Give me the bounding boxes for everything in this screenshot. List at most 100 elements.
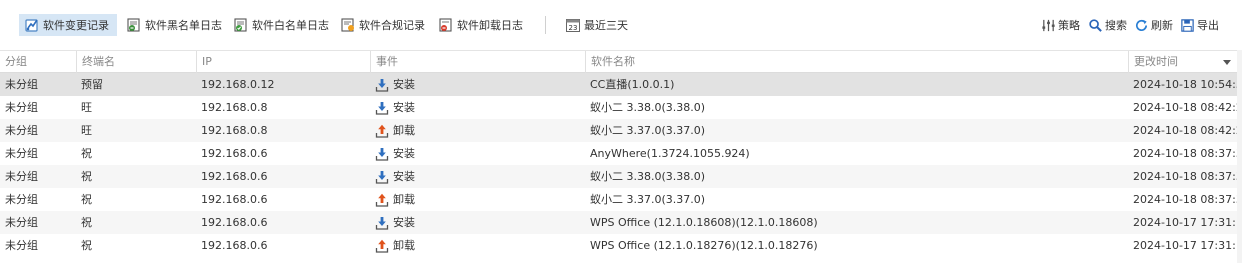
sort-descending-icon[interactable] [1223,60,1231,65]
search-label: 搜索 [1105,19,1127,32]
export-button[interactable]: 导出 [1180,14,1219,36]
cell-ip: 192.168.0.6 [201,239,268,252]
tab-software-blacklist-log[interactable]: 软件黑名单日志 [121,14,228,36]
cell-time: 2024-10-18 08:42:29 [1133,101,1242,114]
cell-event: 安装 [375,73,415,96]
column-header-change-time[interactable]: 更改时间 [1128,51,1237,73]
install-arrow-icon [375,216,389,230]
cell-software: WPS Office (12.1.0.18608)(12.1.0.18608) [590,216,818,229]
cell-event: 卸载 [375,119,415,142]
strategy-button[interactable]: 策略 [1041,14,1080,36]
cell-terminal: 旺 [81,101,92,114]
cell-event: 安装 [375,165,415,188]
install-arrow-icon [375,101,389,115]
cell-ip: 192.168.0.6 [201,147,268,160]
install-arrow-icon [375,78,389,92]
cell-terminal: 祝 [81,170,92,183]
cell-group: 未分组 [5,78,38,91]
uninstall-arrow-icon [375,124,389,138]
install-arrow-icon [375,170,389,184]
cell-terminal: 预留 [81,78,103,91]
cell-terminal: 祝 [81,239,92,252]
refresh-label: 刷新 [1151,19,1173,32]
tab-label: 软件合规记录 [359,19,425,32]
tab-software-change-log[interactable]: 软件变更记录 [19,14,117,36]
cell-group: 未分组 [5,101,38,114]
cell-event: 安装 [375,96,415,119]
cell-ip: 192.168.0.8 [201,101,268,114]
cell-ip: 192.168.0.6 [201,216,268,229]
compliance-icon [341,18,354,32]
cell-group: 未分组 [5,216,38,229]
strategy-icon [1042,19,1055,31]
cell-group: 未分组 [5,193,38,206]
event-label: 安装 [393,170,415,183]
cell-terminal: 祝 [81,193,92,206]
cell-ip: 192.168.0.8 [201,124,268,137]
table-row[interactable]: 未分组 祝 192.168.0.6 安装 AnyWhere(1.3724.1055.92… [0,142,1242,165]
table-row[interactable]: 未分组 祝 192.168.0.6 卸载 蚁小二 3.37.0(3.37.0) 2024-… [0,188,1242,211]
refresh-icon [1136,19,1148,31]
cell-time: 2024-10-18 08:37:30 [1133,147,1242,160]
whitelist-icon [234,18,247,32]
table-row[interactable]: 未分组 预留 192.168.0.12 安装 CC直播(1.0.0.1) 2024-10-… [0,73,1242,96]
toolbar: 软件变更记录 软件黑名单日志 软件白名单日志 软件合规记录 软件卸载日志 23 … [0,0,1242,50]
tab-label: 软件卸载日志 [457,19,523,32]
cell-event: 卸载 [375,188,415,211]
uninstall-arrow-icon [375,239,389,253]
cell-time: 2024-10-17 17:31:14 [1133,216,1242,229]
cell-software: 蚁小二 3.38.0(3.38.0) [590,170,706,183]
cell-ip: 192.168.0.12 [201,78,275,91]
cell-terminal: 旺 [81,124,92,137]
blacklist-icon [127,18,140,32]
cell-event: 卸载 [375,234,415,257]
tab-software-whitelist-log[interactable]: 软件白名单日志 [228,14,335,36]
event-label: 安装 [393,78,415,91]
column-header-ip[interactable]: IP [196,51,370,73]
table-row[interactable]: 未分组 旺 192.168.0.8 卸载 蚁小二 3.37.0(3.37.0) 2024-… [0,119,1242,142]
search-button[interactable]: 搜索 [1088,14,1127,36]
change-log-icon [25,19,38,32]
table-row[interactable]: 未分组 旺 192.168.0.8 安装 蚁小二 3.38.0(3.38.0) 2024-… [0,96,1242,119]
event-label: 卸载 [393,124,415,137]
cell-group: 未分组 [5,124,38,137]
vertical-scrollbar[interactable] [1237,50,1242,263]
table-header: 分组 终端名 IP 事件 软件名称 更改时间 [0,50,1242,73]
tab-label: 软件白名单日志 [252,19,329,32]
column-header-software-name[interactable]: 软件名称 [585,51,1128,73]
uninstall-log-icon [439,18,452,32]
cell-group: 未分组 [5,147,38,160]
tab-label: 软件黑名单日志 [145,19,222,32]
cell-group: 未分组 [5,239,38,252]
cell-ip: 192.168.0.6 [201,170,268,183]
tab-software-compliance-log[interactable]: 软件合规记录 [335,14,431,36]
cell-time: 2024-10-18 08:37:30 [1133,193,1242,206]
table-row[interactable]: 未分组 祝 192.168.0.6 安装 蚁小二 3.38.0(3.38.0) 2024-… [0,165,1242,188]
cell-time: 2024-10-18 10:54:54 [1133,78,1242,91]
date-filter-label: 最近三天 [584,19,628,32]
event-label: 安装 [393,147,415,160]
table-row[interactable]: 未分组 祝 192.168.0.6 安装 WPS Office (12.1.0.1860… [0,211,1242,234]
column-header-group[interactable]: 分组 [0,51,76,73]
strategy-label: 策略 [1058,19,1080,32]
tab-label: 软件变更记录 [43,19,109,32]
table-row[interactable]: 未分组 祝 192.168.0.6 卸载 WPS Office (12.1.0.1827… [0,234,1242,257]
cell-time: 2024-10-18 08:42:29 [1133,124,1242,137]
cell-event: 安装 [375,142,415,165]
cell-event: 安装 [375,211,415,234]
search-icon [1089,18,1102,32]
tab-software-uninstall-log[interactable]: 软件卸载日志 [433,14,529,36]
cell-software: 蚁小二 3.37.0(3.37.0) [590,124,706,137]
date-filter-button[interactable]: 23 最近三天 [560,14,634,36]
cell-software: 蚁小二 3.37.0(3.37.0) [590,193,706,206]
event-label: 安装 [393,101,415,114]
uninstall-arrow-icon [375,193,389,207]
calendar-icon: 23 [566,19,580,32]
column-header-terminal[interactable]: 终端名 [76,51,196,73]
cell-software: WPS Office (12.1.0.18276)(12.1.0.18276) [590,239,818,252]
refresh-button[interactable]: 刷新 [1134,14,1173,36]
event-label: 安装 [393,216,415,229]
column-header-event[interactable]: 事件 [370,51,585,73]
install-arrow-icon [375,147,389,161]
cell-terminal: 祝 [81,147,92,160]
